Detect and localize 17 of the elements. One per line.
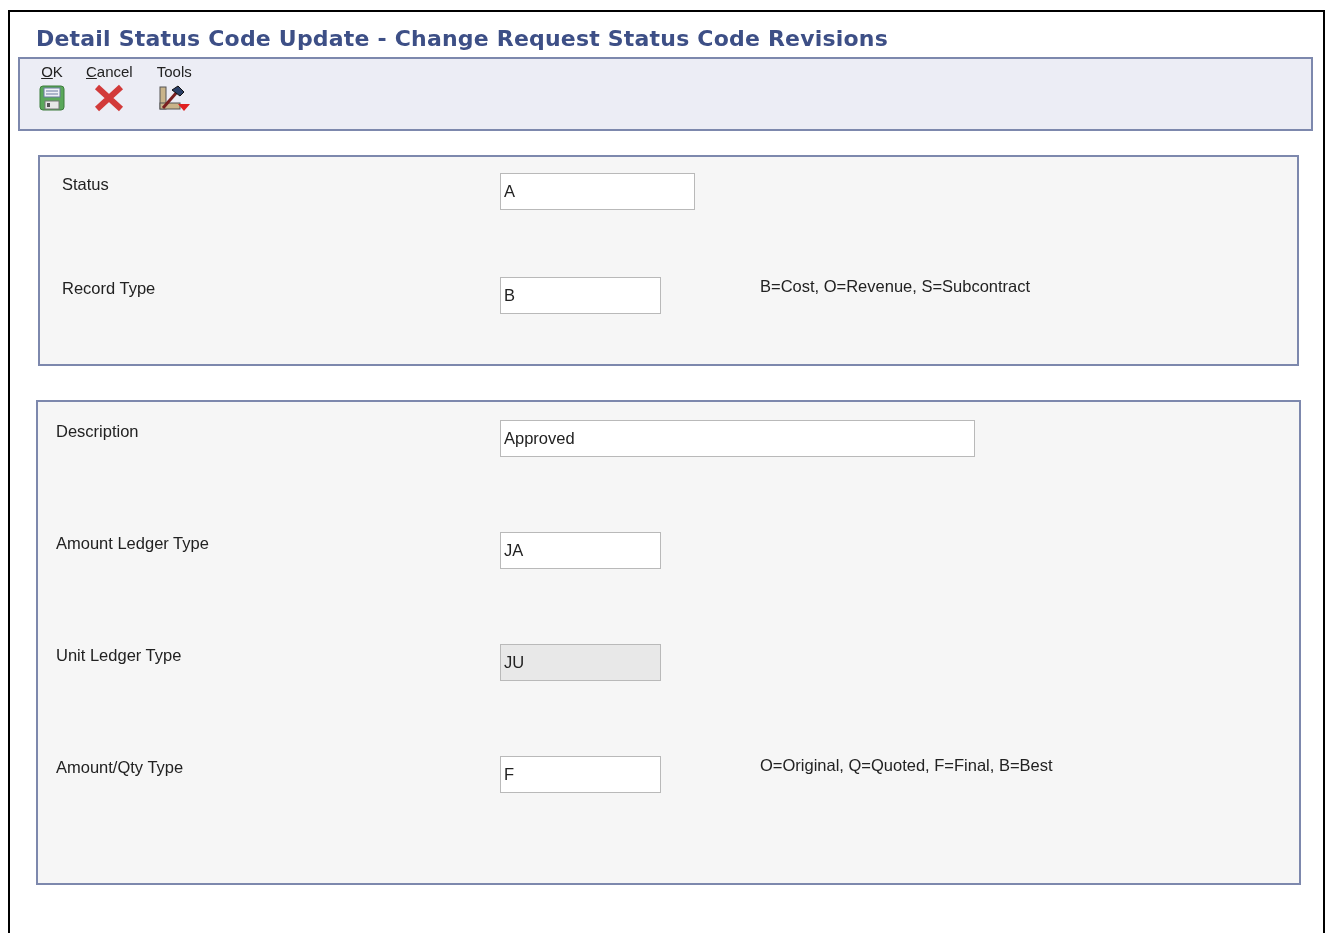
cancel-button[interactable]: Cancel bbox=[76, 63, 143, 129]
input-field[interactable]: B bbox=[500, 277, 661, 314]
input-field[interactable]: A bbox=[500, 173, 695, 210]
field-label: Unit Ledger Type bbox=[56, 645, 183, 665]
hint-text: O=Original, Q=Quoted, F=Final, B=Best bbox=[760, 756, 1054, 775]
close-icon bbox=[94, 84, 125, 112]
field-label: Amount Ledger Type bbox=[56, 533, 210, 553]
field-label: Description bbox=[56, 421, 140, 441]
field-label: Status bbox=[62, 174, 110, 194]
field-label: Record Type bbox=[62, 278, 157, 298]
ok-button[interactable]: OK bbox=[32, 63, 72, 129]
save-icon bbox=[38, 84, 66, 112]
window-title: Detail Status Code Update - Change Request Status Code Revisions bbox=[35, 25, 889, 53]
hint-text: B=Cost, O=Revenue, S=Subcontract bbox=[760, 277, 1032, 296]
tools-button[interactable]: Tools bbox=[146, 63, 202, 129]
field-label: Amount/Qty Type bbox=[56, 757, 185, 777]
hammer-ruler-icon bbox=[157, 84, 192, 112]
